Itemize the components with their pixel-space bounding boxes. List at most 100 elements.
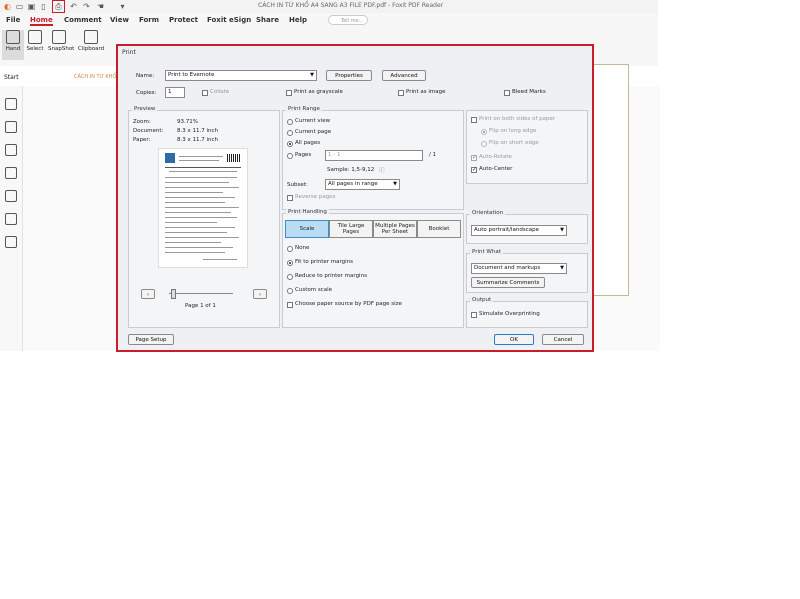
menu-home[interactable]: Home <box>30 16 53 26</box>
pages-icon[interactable] <box>5 121 17 133</box>
cancel-button[interactable]: Cancel <box>542 334 584 345</box>
both-sides-label: Print on both sides of paper <box>479 116 556 122</box>
short-edge-label: Flip on short edge <box>489 140 539 146</box>
advanced-button[interactable]: Advanced <box>382 70 426 81</box>
menu-form[interactable]: Form <box>139 16 159 24</box>
choose-paper-source-label: Choose paper source by PDF page size <box>295 301 402 307</box>
printer-select[interactable]: Print to Evernote ▼ <box>165 70 317 81</box>
print-what-select[interactable]: Document and markups ▼ <box>471 263 567 274</box>
ok-button[interactable]: OK <box>494 334 534 345</box>
collate-checkbox[interactable] <box>202 90 208 96</box>
next-page-button[interactable]: › <box>253 289 267 299</box>
grayscale-checkbox[interactable] <box>286 90 292 96</box>
search-input[interactable]: Tell me... <box>328 15 368 25</box>
orientation-select[interactable]: Auto portrait/landscape ▼ <box>471 225 567 236</box>
page-setup-button[interactable]: Page Setup <box>128 334 174 345</box>
handling-tabs: Scale Tile Large Pages Multiple Pages Pe… <box>285 220 461 238</box>
attachments-icon[interactable] <box>5 190 17 202</box>
print-as-image-label: Print as image <box>406 89 446 95</box>
fit-to-margins-radio[interactable] <box>287 260 293 266</box>
tab-scale[interactable]: Scale <box>285 220 329 238</box>
undo-icon[interactable]: ↶ <box>69 2 78 11</box>
paper-size-label: Paper: <box>133 137 151 143</box>
current-page-radio[interactable] <box>287 130 293 136</box>
subset-label: Subset: <box>287 182 308 188</box>
clipboard-label: Clipboard <box>77 46 105 52</box>
auto-center-label: Auto-Center <box>479 166 513 172</box>
menu-help[interactable]: Help <box>289 16 307 24</box>
comments-icon[interactable] <box>5 144 17 156</box>
new-icon[interactable]: ▯ <box>39 2 48 11</box>
custom-scale-radio[interactable] <box>287 288 293 294</box>
customize-icon[interactable]: ▾ <box>118 2 127 11</box>
print-what-value: Document and markups <box>474 265 541 271</box>
menu-share[interactable]: Share <box>256 16 279 24</box>
pages-input[interactable]: 1 - 1 <box>325 150 423 161</box>
choose-paper-source-checkbox[interactable] <box>287 302 293 308</box>
clipboard-button[interactable]: Clipboard <box>77 30 105 52</box>
hand-tool-icon[interactable]: ☚ <box>96 2 105 11</box>
all-pages-radio[interactable] <box>287 141 293 147</box>
print-as-image-checkbox[interactable] <box>398 90 404 96</box>
simulate-overprinting-label: Simulate Overprinting <box>479 311 540 317</box>
both-sides-checkbox[interactable] <box>471 117 477 123</box>
pages-input-value: 1 - 1 <box>328 152 341 158</box>
tab-tile-large-pages[interactable]: Tile Large Pages <box>329 220 373 238</box>
redo-icon[interactable]: ↷ <box>82 2 91 11</box>
menu-view[interactable]: View <box>110 16 129 24</box>
pages-label: Pages <box>295 152 312 158</box>
print-handling-group: Print Handling Scale Tile Large Pages Mu… <box>282 209 464 328</box>
snapshot-label: SnapShot <box>48 46 75 52</box>
auto-rotate-checkbox[interactable] <box>471 154 477 161</box>
orientation-value: Auto portrait/landscape <box>474 227 539 233</box>
security-icon[interactable] <box>5 213 17 225</box>
bookmark-icon[interactable] <box>5 98 17 110</box>
hand-button[interactable]: Hand <box>2 30 24 60</box>
snapshot-button[interactable]: SnapShot <box>48 30 75 52</box>
left-sidebar <box>0 86 23 351</box>
print-range-title: Print Range <box>286 106 322 112</box>
auto-rotate-label: Auto-Rotate <box>479 154 512 160</box>
signature-icon[interactable] <box>5 236 17 248</box>
page-slider[interactable] <box>169 293 233 294</box>
simulate-overprinting-checkbox[interactable] <box>471 312 477 318</box>
subset-select[interactable]: All pages in range ▼ <box>325 179 400 190</box>
open-icon[interactable]: ▭ <box>15 2 24 11</box>
menu-file[interactable]: File <box>6 16 20 24</box>
save-icon[interactable]: ▣ <box>27 2 36 11</box>
print-icon[interactable]: ⎙ <box>52 0 65 13</box>
long-edge-radio[interactable] <box>481 129 487 135</box>
document-tab[interactable]: CÁCH IN TỪ KHỔ... <box>74 74 121 80</box>
menu-foxit-esign[interactable]: Foxit eSign <box>207 16 251 24</box>
select-icon <box>28 30 42 44</box>
summarize-comments-button[interactable]: Summarize Comments <box>471 277 545 288</box>
scale-none-radio[interactable] <box>287 246 293 252</box>
menu-protect[interactable]: Protect <box>169 16 198 24</box>
title-bar: ◐ ▭ ▣ ▯ ⎙ ↶ ↷ ☚ ▾ CÁCH IN TỪ KHỔ A4 SANG… <box>0 0 658 14</box>
page-slider-handle[interactable] <box>171 289 176 299</box>
select-label: Select <box>26 46 44 52</box>
current-view-radio[interactable] <box>287 119 293 125</box>
start-tab[interactable]: Start <box>4 74 19 81</box>
output-title: Output <box>470 297 494 303</box>
chevron-down-icon: ▼ <box>310 72 314 78</box>
zoom-value: 93.71% <box>177 119 198 125</box>
menu-comment[interactable]: Comment <box>64 16 102 24</box>
pages-radio[interactable] <box>287 153 293 159</box>
reverse-pages-checkbox[interactable] <box>287 195 293 201</box>
long-edge-label: Flip on long edge <box>489 128 537 134</box>
tab-booklet[interactable]: Booklet <box>417 220 461 238</box>
print-what-title: Print What <box>470 249 503 255</box>
select-button[interactable]: Select <box>24 30 46 52</box>
copies-input[interactable]: 1 <box>165 87 185 98</box>
short-edge-radio[interactable] <box>481 141 487 147</box>
bleed-marks-checkbox[interactable] <box>504 90 510 96</box>
reduce-to-margins-radio[interactable] <box>287 274 293 280</box>
properties-button[interactable]: Properties <box>326 70 372 81</box>
tab-multiple-pages[interactable]: Multiple Pages Per Sheet <box>373 220 417 238</box>
auto-center-checkbox[interactable] <box>471 166 477 173</box>
layers-icon[interactable] <box>5 167 17 179</box>
copies-label: Copies: <box>136 90 157 96</box>
reverse-pages-label: Reverse pages <box>295 194 336 200</box>
previous-page-button[interactable]: ‹ <box>141 289 155 299</box>
